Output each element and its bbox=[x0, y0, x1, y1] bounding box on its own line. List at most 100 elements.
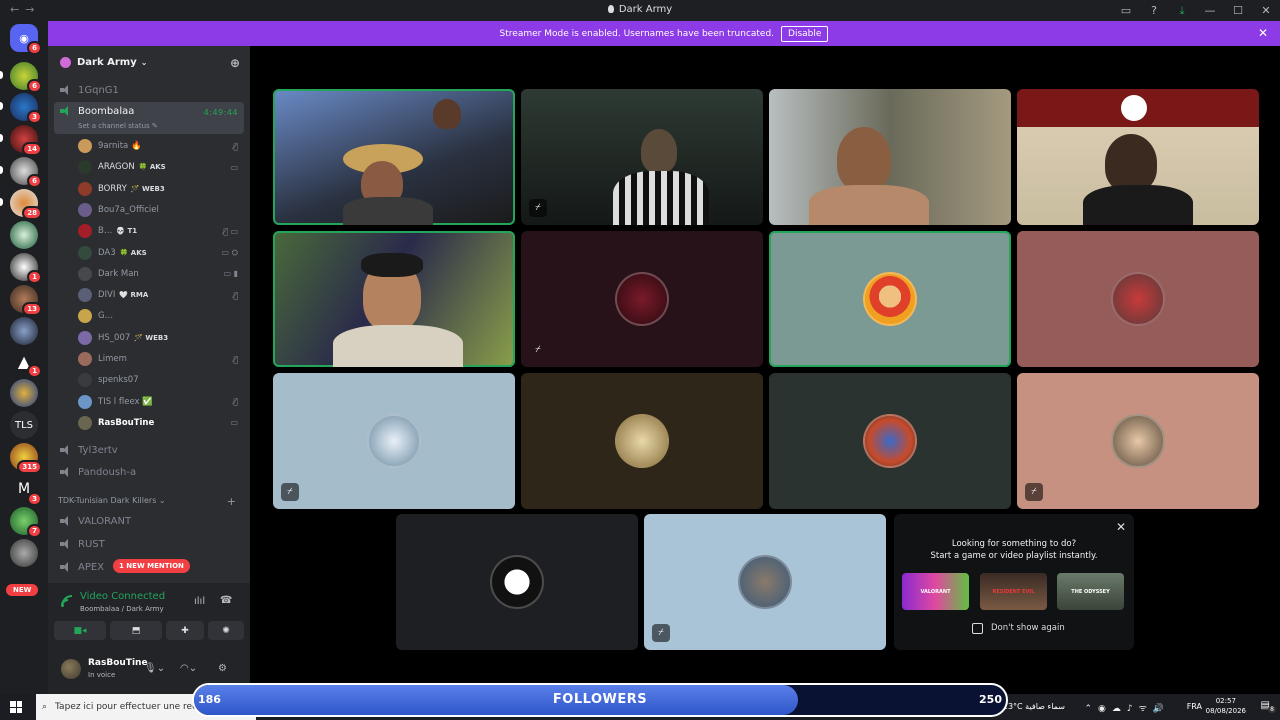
server-icon[interactable] bbox=[10, 379, 38, 407]
video-tile[interactable] bbox=[769, 231, 1011, 367]
video-tile[interactable]: ⌿ bbox=[1017, 373, 1259, 509]
close-icon[interactable]: ✕ bbox=[1258, 26, 1268, 40]
close-icon[interactable]: ✕ bbox=[1116, 520, 1126, 534]
voice-channel[interactable]: 1GqnG1 bbox=[54, 80, 244, 100]
avatar bbox=[78, 415, 92, 430]
video-tile[interactable] bbox=[1017, 231, 1259, 367]
add-channel-icon[interactable]: + bbox=[227, 495, 236, 508]
mention-badge: 6 bbox=[27, 41, 42, 55]
server-icon[interactable]: 315 bbox=[10, 443, 42, 474]
avatar bbox=[78, 352, 92, 366]
invite-people-icon[interactable]: ⊕ bbox=[230, 56, 240, 70]
weather-widget[interactable]: 23°C سماء صافية bbox=[1003, 702, 1065, 711]
microphone-icon[interactable]: 🎙⌄ bbox=[144, 663, 165, 674]
windows-start-icon[interactable] bbox=[10, 701, 22, 713]
voice-member[interactable]: spenks07 bbox=[78, 370, 242, 390]
activity-thumbnail[interactable]: THE ODYSSEY bbox=[1057, 573, 1124, 610]
server-icon[interactable]: ▲ 1 bbox=[10, 347, 42, 378]
voice-member[interactable]: Limem 🎙̸ bbox=[78, 349, 242, 369]
activity-thumbnail[interactable]: VALORANT bbox=[902, 573, 969, 610]
server-icon[interactable] bbox=[10, 317, 38, 345]
video-tile[interactable] bbox=[396, 514, 638, 650]
channel-status[interactable]: Set a channel status ✎ bbox=[78, 122, 158, 130]
video-tile[interactable] bbox=[273, 231, 515, 367]
voice-member[interactable]: ARAGON 🍀 AKS ▭ bbox=[78, 157, 242, 177]
camera-button[interactable]: ■◂ bbox=[54, 621, 106, 640]
username[interactable]: RasBouTine bbox=[88, 658, 148, 668]
disable-button[interactable]: Disable bbox=[781, 25, 829, 42]
avatar[interactable] bbox=[61, 659, 81, 679]
server-icon[interactable]: M3 bbox=[10, 475, 42, 506]
voice-channel[interactable]: VALORANT bbox=[54, 511, 244, 531]
voice-member[interactable]: Dark Man ▭ ▮ bbox=[78, 264, 242, 284]
member-name: ARAGON bbox=[98, 162, 135, 173]
inbox-icon[interactable]: ▭ bbox=[1112, 0, 1140, 21]
member-guild-tag: 🪄 WEB3 bbox=[130, 184, 165, 193]
tray-icons[interactable]: ⌃◉☁♪ᯤ🔊 bbox=[1084, 701, 1170, 714]
guild-header[interactable]: Dark Army ⌄ ⊕ bbox=[48, 46, 250, 79]
headphones-icon[interactable]: ◠⌄ bbox=[180, 663, 197, 674]
video-tile[interactable] bbox=[521, 373, 763, 509]
voice-member[interactable]: G… bbox=[78, 306, 242, 326]
member-guild-tag: 🪄 WEB3 bbox=[134, 333, 169, 342]
video-tile[interactable] bbox=[1017, 89, 1259, 225]
server-icon[interactable]: 14 bbox=[0, 125, 42, 156]
voice-member[interactable]: RasBouTine ▭ bbox=[78, 413, 242, 433]
video-tile[interactable]: ⌿ bbox=[644, 514, 886, 650]
voice-member[interactable]: HS_007 🪄 WEB3 bbox=[78, 328, 242, 348]
dont-show-again-label[interactable]: Don't show again bbox=[991, 623, 1065, 633]
activity-thumbnail[interactable]: RESIDENT EVIL bbox=[980, 573, 1047, 610]
new-unreads-pill[interactable]: NEW bbox=[6, 584, 39, 596]
voice-member[interactable]: TIS l fleex ✅ 🎙̸ bbox=[78, 392, 242, 412]
followers-goal-bar: 186 FOLLOWERS 250 bbox=[192, 683, 1008, 717]
voice-member[interactable]: 9arnita 🔥 🎙̸ bbox=[78, 136, 242, 156]
server-icon[interactable] bbox=[10, 539, 38, 567]
screen-share-button[interactable]: ⬒ bbox=[110, 621, 162, 640]
server-icon[interactable]: 1 bbox=[10, 253, 42, 284]
new-mention-pill[interactable]: 1 NEW MENTION bbox=[113, 559, 190, 573]
video-tile[interactable]: ⌿ bbox=[521, 231, 763, 367]
server-icon[interactable]: 6 bbox=[0, 62, 42, 93]
help-icon[interactable]: ? bbox=[1140, 0, 1168, 21]
voice-member[interactable]: Bou7a_Officiel bbox=[78, 200, 242, 220]
voice-channel-active[interactable]: Boombalaa 4:49:44 Set a channel status ✎ bbox=[54, 102, 244, 134]
noise-suppression-icon[interactable]: ılıl bbox=[194, 596, 205, 607]
voice-status-title[interactable]: Video Connected bbox=[80, 591, 165, 602]
maximize-button[interactable]: ☐ bbox=[1224, 0, 1252, 21]
signal-icon[interactable] bbox=[60, 594, 74, 608]
server-icon[interactable]: 3 bbox=[0, 93, 42, 124]
voice-channel[interactable]: Pandoush-a bbox=[54, 462, 244, 482]
video-tile[interactable] bbox=[769, 89, 1011, 225]
clock[interactable]: 02:57 08/08/2026 bbox=[1206, 696, 1246, 716]
minimize-button[interactable]: — bbox=[1196, 0, 1224, 21]
video-stage: ⌿ ⌿ ⌿ ⌿ ⌿ ✕ Looking for something to do?… bbox=[250, 46, 1280, 694]
disconnect-icon[interactable]: ☎ bbox=[220, 595, 232, 606]
server-icon[interactable]: 13 bbox=[10, 285, 42, 316]
video-tile[interactable] bbox=[769, 373, 1011, 509]
server-icon[interactable] bbox=[10, 221, 38, 249]
soundboard-button[interactable]: ✺ bbox=[208, 621, 244, 640]
voice-member[interactable]: B… 💀 T1 🎙̸ ▭ bbox=[78, 221, 242, 241]
server-icon-tls[interactable]: TLS bbox=[10, 411, 38, 439]
language-indicator[interactable]: FRA bbox=[1187, 702, 1202, 711]
close-window-button[interactable]: ✕ bbox=[1252, 0, 1280, 21]
voice-channel[interactable]: Tyl3ertv bbox=[54, 440, 244, 460]
server-icon[interactable]: 7 bbox=[10, 507, 42, 538]
server-icon[interactable]: 28 bbox=[0, 189, 42, 220]
settings-gear-icon[interactable]: ⚙ bbox=[218, 663, 227, 674]
member-status-icon: 🎙̸ bbox=[233, 141, 238, 151]
download-icon[interactable]: ⤓ bbox=[1168, 0, 1196, 21]
video-tile[interactable]: ⌿ bbox=[273, 373, 515, 509]
voice-member[interactable]: BORRY 🪄 WEB3 bbox=[78, 179, 242, 199]
voice-member[interactable]: DIVI 🤍 RMA 🎙̸ bbox=[78, 285, 242, 305]
category-header[interactable]: TDK-Tunisian Dark Killers ⌄ + bbox=[58, 495, 244, 508]
video-tile[interactable]: ⌿ bbox=[521, 89, 763, 225]
voice-member[interactable]: DA3 🍀 AKS ▭ ⛭ bbox=[78, 243, 242, 263]
activities-button[interactable]: ✚ bbox=[166, 621, 204, 640]
video-tile[interactable] bbox=[273, 89, 515, 225]
server-icon[interactable]: 6 bbox=[0, 157, 42, 188]
discord-home-button[interactable]: ◉ 6 bbox=[10, 24, 42, 55]
camera-icon: ■◂ bbox=[73, 625, 87, 636]
voice-channel[interactable]: RUST bbox=[54, 534, 244, 554]
dont-show-again-checkbox[interactable] bbox=[972, 623, 983, 634]
